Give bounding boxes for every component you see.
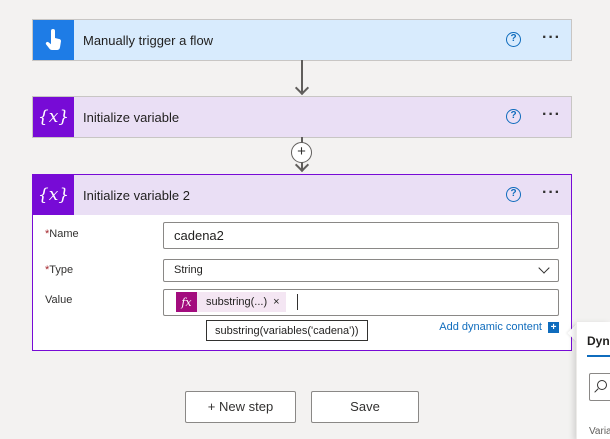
add-dynamic-content-icon[interactable]: + bbox=[548, 322, 559, 333]
help-circle-icon[interactable]: ? bbox=[506, 109, 521, 124]
trigger-card-header[interactable]: Manually trigger a flow ? ··· bbox=[33, 20, 571, 60]
add-dynamic-content-link[interactable]: Add dynamic content bbox=[439, 321, 542, 333]
type-select[interactable]: String bbox=[163, 259, 559, 282]
name-label-text: Name bbox=[49, 228, 79, 240]
type-select-value: String bbox=[174, 264, 203, 276]
initialize-variable-header[interactable]: {x} Initialize variable ? ··· bbox=[33, 97, 571, 137]
more-ellipsis-icon[interactable]: ··· bbox=[542, 30, 561, 46]
save-button[interactable]: Save bbox=[311, 391, 419, 423]
connector-arrow bbox=[294, 80, 310, 96]
hand-touch-icon bbox=[33, 20, 74, 60]
dynamic-content-tab[interactable]: Dyn bbox=[587, 334, 610, 348]
variable-icon: {x} bbox=[33, 97, 74, 137]
value-field-label: Value bbox=[45, 294, 73, 306]
help-circle-icon[interactable]: ? bbox=[506, 32, 521, 47]
dynamic-content-search[interactable] bbox=[589, 373, 610, 401]
expression-tooltip: substring(variables('cadena')) bbox=[206, 320, 368, 341]
text-cursor bbox=[297, 294, 298, 310]
name-input[interactable]: cadena2 bbox=[163, 222, 559, 249]
more-ellipsis-icon[interactable]: ··· bbox=[542, 185, 561, 201]
trigger-card[interactable]: Manually trigger a flow ? ··· bbox=[32, 19, 572, 61]
active-tab-indicator bbox=[587, 355, 610, 357]
name-field-label: *Name bbox=[45, 228, 79, 240]
initialize-variable-title: Initialize variable bbox=[83, 109, 180, 125]
help-circle-icon[interactable]: ? bbox=[506, 187, 521, 202]
close-icon[interactable]: × bbox=[273, 290, 285, 315]
fx-icon: fx bbox=[176, 292, 197, 312]
variable-icon: {x} bbox=[33, 175, 74, 215]
dynamic-content-panel[interactable]: Dyn Varia bbox=[576, 322, 610, 439]
value-input[interactable]: fx substring(...) × bbox=[163, 289, 559, 316]
variables-section-label: Varia bbox=[589, 426, 610, 437]
type-field-label: *Type bbox=[45, 264, 73, 276]
initialize-variable-card[interactable]: {x} Initialize variable ? ··· bbox=[32, 96, 572, 138]
new-step-button[interactable]: + New step bbox=[185, 391, 296, 423]
trigger-title: Manually trigger a flow bbox=[83, 32, 214, 48]
expression-token-label: substring(...) bbox=[206, 295, 268, 308]
type-label-text: Type bbox=[49, 264, 74, 276]
chevron-down-icon bbox=[538, 262, 550, 274]
initialize-variable-2-card[interactable]: {x} Initialize variable 2 ? ··· *Name ca… bbox=[32, 174, 572, 351]
initialize-variable-2-title: Initialize variable 2 bbox=[83, 187, 190, 203]
expression-token[interactable]: fx substring(...) × bbox=[176, 292, 286, 312]
insert-step-button[interactable]: + bbox=[291, 142, 312, 163]
more-ellipsis-icon[interactable]: ··· bbox=[542, 107, 561, 123]
initialize-variable-2-header[interactable]: {x} Initialize variable 2 ? ··· bbox=[33, 175, 571, 215]
search-icon bbox=[597, 380, 607, 390]
